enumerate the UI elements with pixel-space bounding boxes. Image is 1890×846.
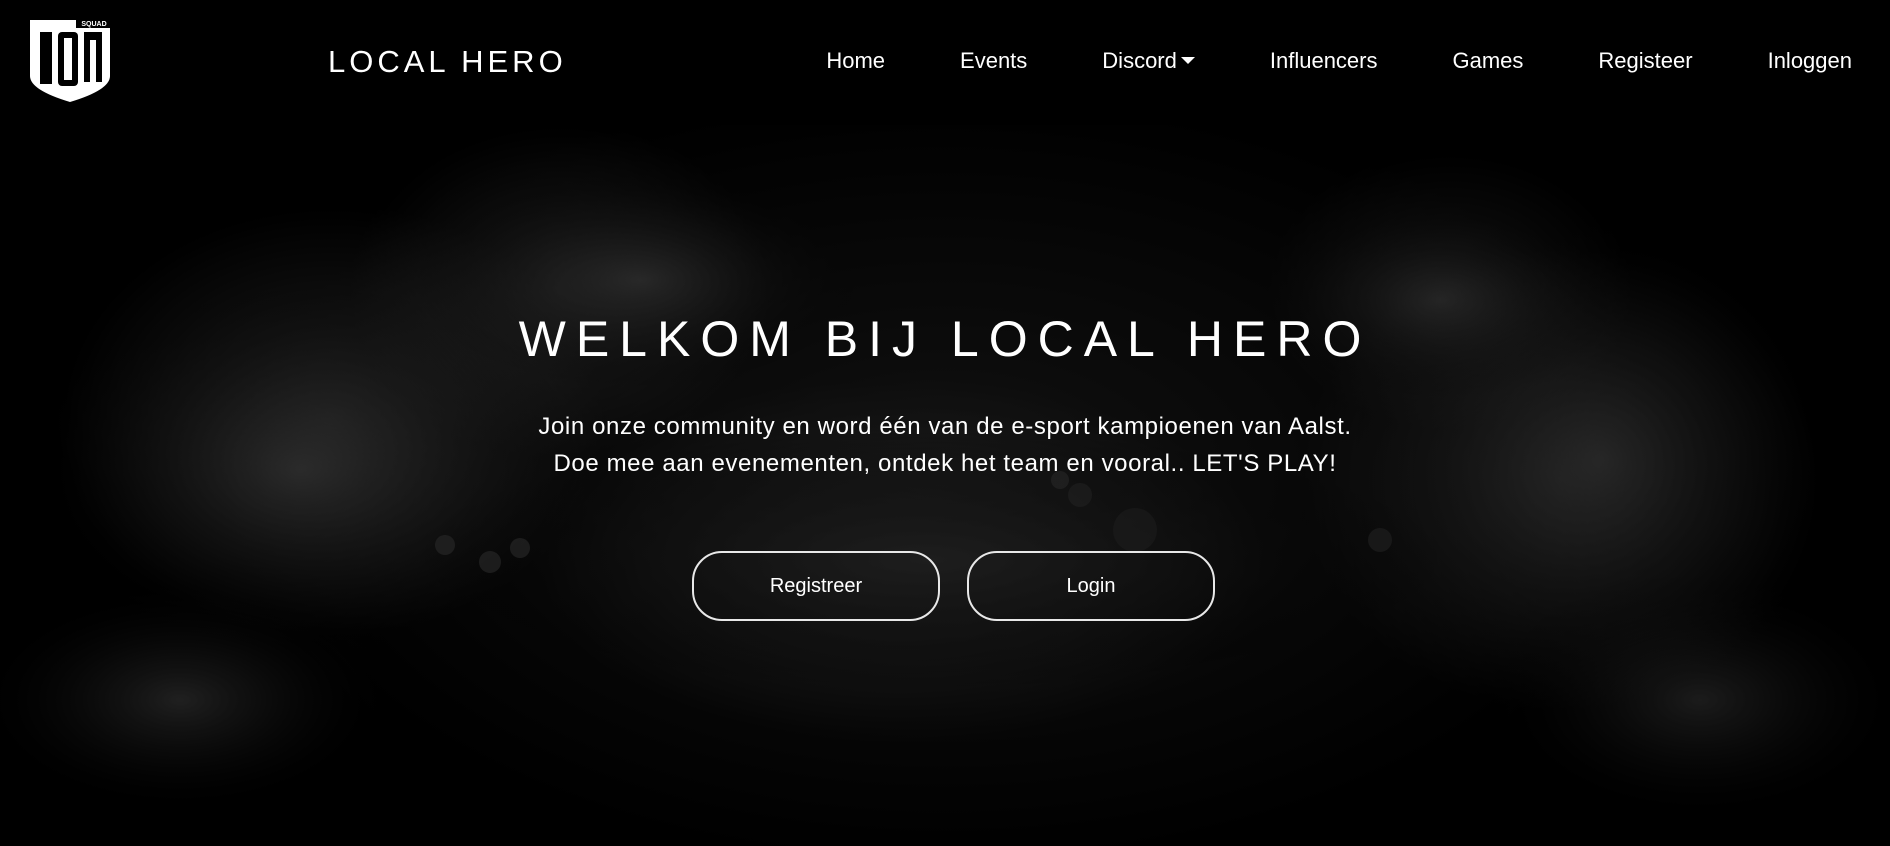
page: SQUAD LOCAL HERO Home Events Discord Inf… (0, 0, 1890, 846)
nav-events[interactable]: Events (960, 48, 1027, 74)
caret-down-icon (1180, 56, 1195, 64)
nav-discord-label: Discord (1102, 48, 1177, 73)
hero-line-1: Join onze community en word één van de e… (538, 413, 1352, 440)
nav-home[interactable]: Home (826, 48, 885, 74)
nav-games[interactable]: Games (1453, 48, 1524, 74)
register-button[interactable]: Registreer (692, 551, 940, 621)
nav-inloggen[interactable]: Inloggen (1768, 48, 1852, 74)
hero-title: WELKOM BIJ LOCAL HERO (518, 311, 1372, 367)
logo-text: SQUAD (81, 21, 106, 28)
main-nav: Home Events Discord Influencers Games Re… (826, 48, 1852, 74)
login-button[interactable]: Login (967, 551, 1215, 621)
nav-influencers[interactable]: Influencers (1270, 48, 1378, 74)
nav-registeer[interactable]: Registeer (1598, 48, 1692, 74)
ion-squad-logo[interactable]: SQUAD (28, 18, 112, 104)
hero-line-2: Doe mee aan evenementen, ontdek het team… (553, 450, 1337, 477)
navbar: SQUAD LOCAL HERO Home Events Discord Inf… (0, 0, 1890, 125)
hero-description: Join onze community en word één van de e… (0, 408, 1890, 482)
brand-name[interactable]: LOCAL HERO (328, 44, 567, 80)
nav-discord-dropdown[interactable]: Discord (1102, 48, 1195, 74)
